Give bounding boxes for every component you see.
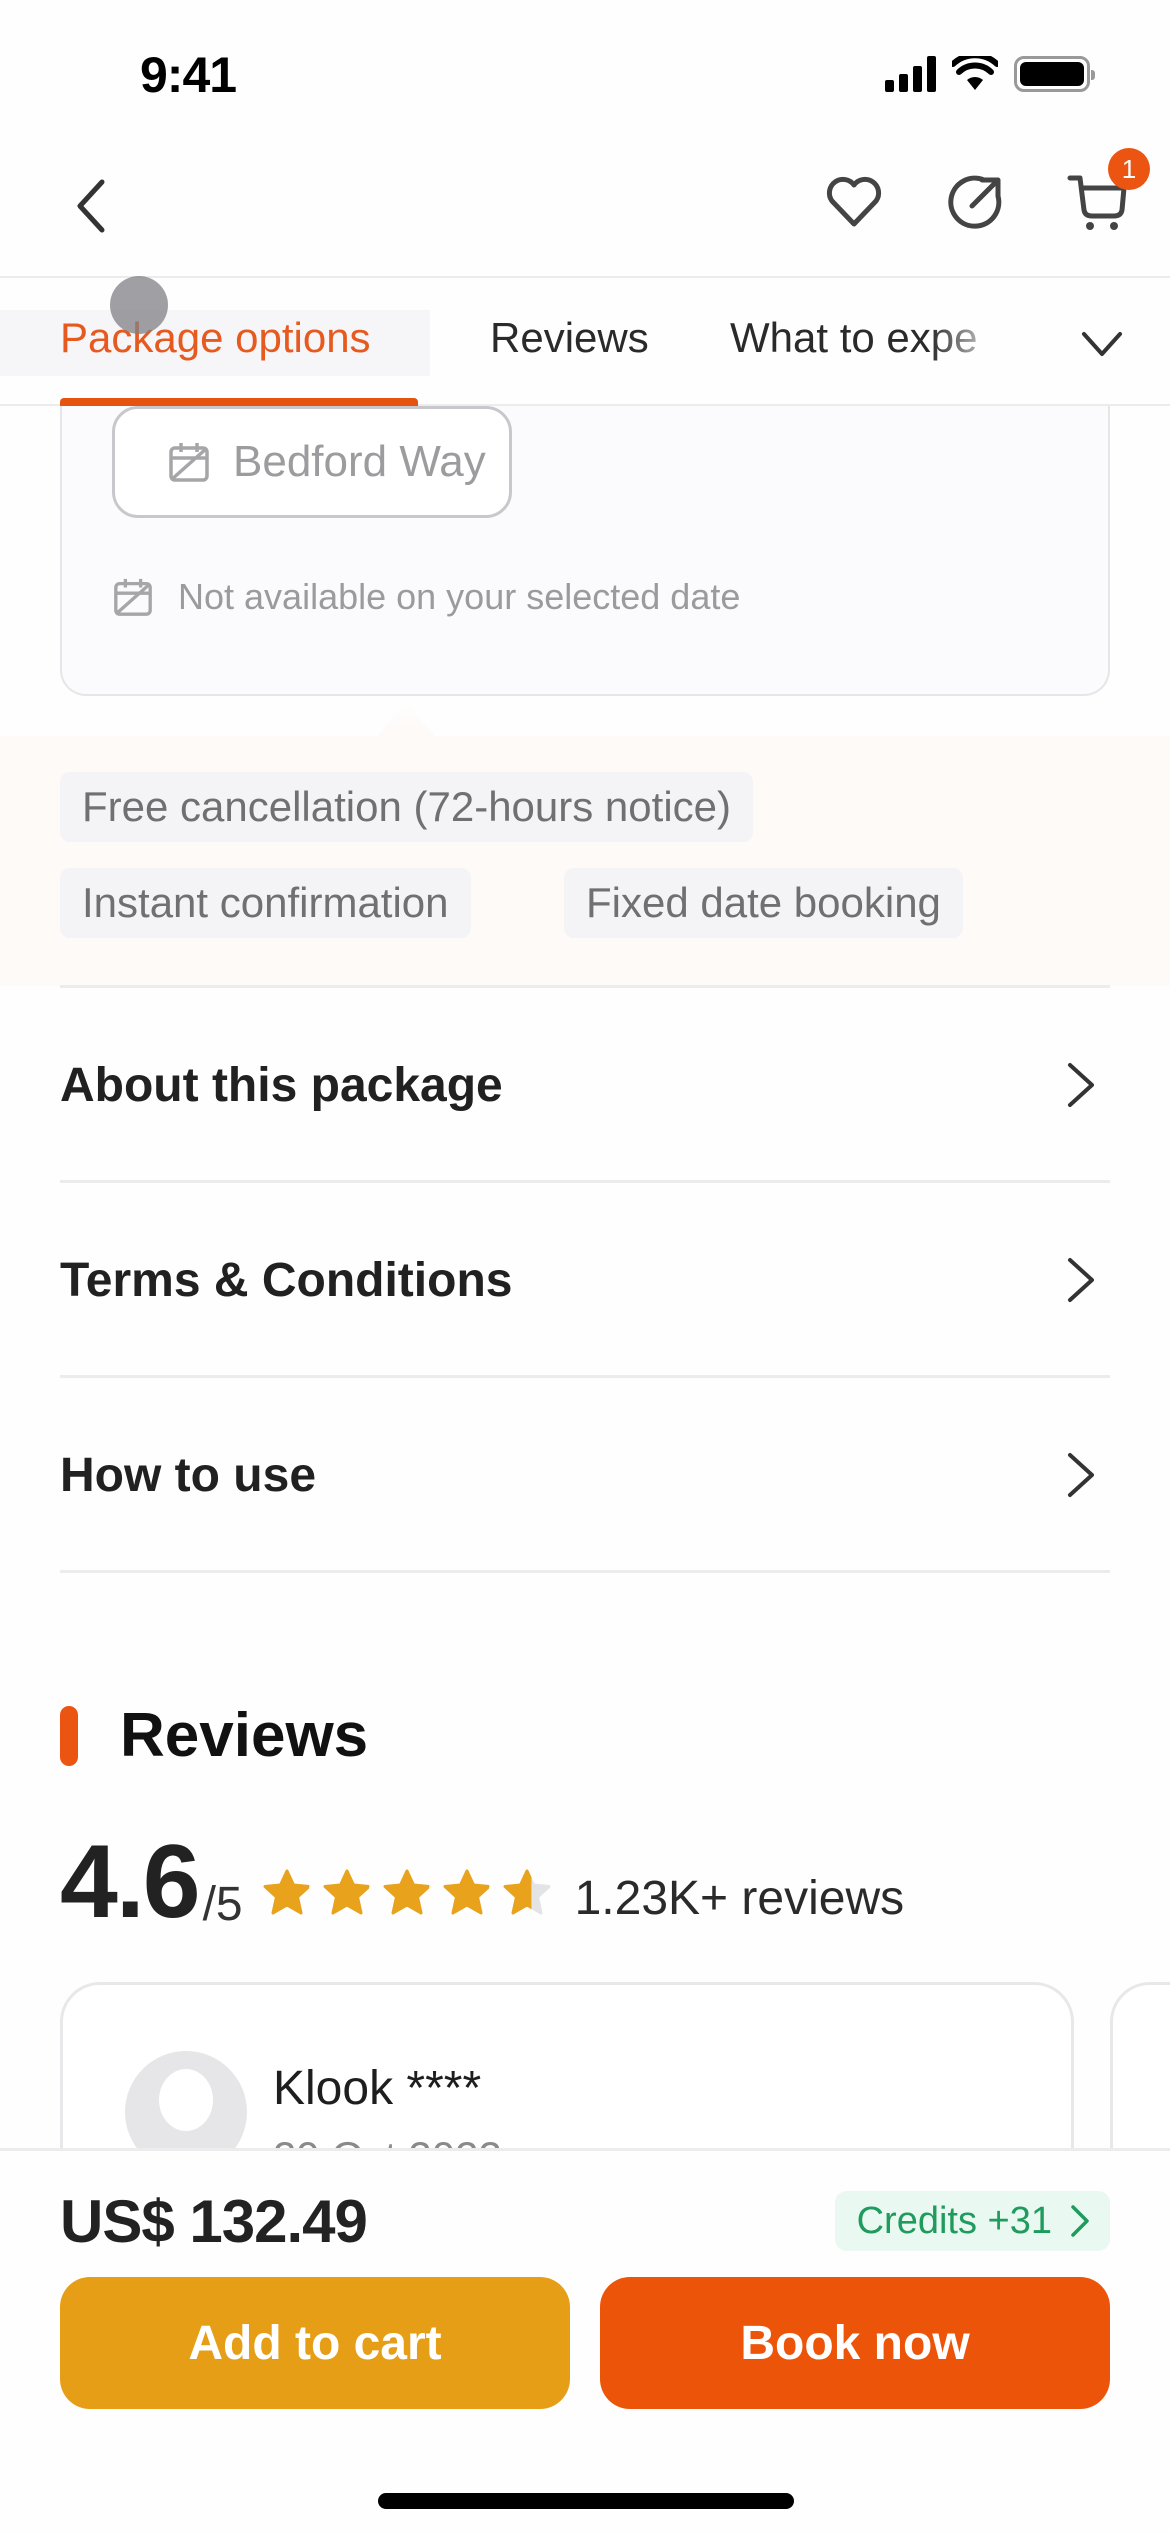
star-icon	[443, 1869, 491, 1915]
divider	[60, 1180, 1110, 1183]
chevron-down-icon[interactable]	[1076, 318, 1128, 370]
reviews-heading: Reviews	[120, 1701, 369, 1770]
divider	[60, 985, 1110, 988]
home-indicator[interactable]	[378, 2493, 794, 2509]
top-nav-bar: 1	[0, 140, 1170, 276]
bottom-action-bar: US$ 132.49 Credits +31 Add to cart Book …	[0, 2148, 1170, 2532]
star-icon	[263, 1869, 311, 1915]
feature-tag: Fixed date booking	[564, 868, 963, 938]
star-icon	[383, 1869, 431, 1915]
touch-indicator	[110, 276, 168, 334]
add-to-cart-button[interactable]: Add to cart	[60, 2277, 570, 2409]
row-how-to-use[interactable]: How to use	[60, 1380, 1110, 1570]
feature-tag: Instant confirmation	[60, 868, 471, 938]
credits-badge[interactable]: Credits +31	[834, 2191, 1110, 2251]
status-bar: 9:41	[0, 0, 1170, 140]
rating-score: 4.6	[60, 1824, 201, 1940]
location-chip[interactable]: Bedford Way	[112, 406, 512, 518]
wifi-icon	[952, 56, 998, 90]
unavailable-text: Not available on your selected date	[178, 576, 741, 617]
cart-button[interactable]: 1	[1066, 148, 1150, 234]
review-count[interactable]: 1.23K+ reviews	[575, 1871, 905, 1926]
cart-badge: 1	[1108, 148, 1150, 190]
chevron-right-icon	[1068, 1063, 1094, 1107]
back-button[interactable]	[66, 176, 116, 236]
active-tab-indicator	[60, 398, 418, 406]
cellular-signal-icon	[885, 56, 936, 92]
package-option-card: Bedford Way Not available on your select…	[60, 406, 1110, 696]
rating-out-of: /5	[202, 1878, 243, 1931]
status-time: 9:41	[140, 47, 237, 103]
package-features: Free cancellation (72-hours notice) Inst…	[0, 736, 1170, 986]
heart-icon[interactable]	[822, 170, 886, 234]
share-icon[interactable]	[944, 170, 1008, 234]
divider	[60, 1570, 1110, 1573]
calendar-unavailable-icon	[169, 443, 209, 482]
reviewer-name: Klook ****	[273, 2062, 482, 2115]
star-icon	[503, 1869, 551, 1915]
nav-actions: 1	[822, 148, 1150, 234]
chevron-right-icon	[1068, 1453, 1094, 1497]
section-tabs: Package options Reviews What to expe	[0, 276, 1170, 406]
section-accent-bar	[60, 1706, 78, 1766]
row-label: How to use	[60, 1448, 317, 1502]
row-label: About this package	[60, 1058, 503, 1112]
feature-tag: Free cancellation (72-hours notice)	[60, 772, 753, 842]
chevron-right-icon	[1068, 1258, 1094, 1302]
calendar-unavailable-icon	[114, 578, 152, 616]
battery-icon	[1014, 56, 1095, 92]
divider	[60, 1375, 1110, 1378]
row-label: Terms & Conditions	[60, 1253, 513, 1307]
chevron-right-icon	[1071, 2205, 1089, 2237]
star-rating	[261, 1868, 553, 1918]
row-about-this-package[interactable]: About this package	[60, 990, 1110, 1180]
book-now-button[interactable]: Book now	[600, 2277, 1110, 2409]
status-icons	[885, 56, 1095, 92]
price: US$ 132.49	[60, 2188, 368, 2255]
credits-label: Credits +31	[856, 2199, 1052, 2242]
row-terms-conditions[interactable]: Terms & Conditions	[60, 1185, 1110, 1375]
location-chip-label: Bedford Way	[233, 437, 486, 486]
unavailable-notice: Not available on your selected date	[112, 576, 740, 618]
star-icon	[323, 1869, 371, 1915]
tab-package-options[interactable]: Package options	[60, 314, 371, 362]
rating-summary: 4.6 /5 1.23K+ reviews	[60, 1830, 904, 1934]
tab-reviews[interactable]: Reviews	[490, 314, 649, 362]
